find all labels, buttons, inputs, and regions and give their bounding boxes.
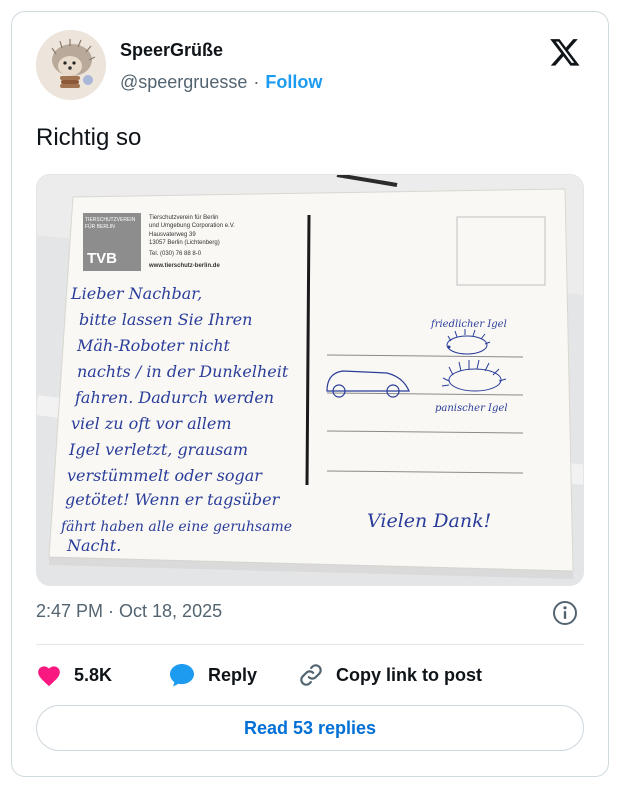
address-line: 13057 Berlin (Lichtenberg) <box>149 240 220 246</box>
message-line: Mäh-Roboter nicht <box>76 336 231 355</box>
message-line: bitte lassen Sie Ihren <box>79 310 252 329</box>
follow-button[interactable]: Follow <box>265 72 322 92</box>
reply-label: Reply <box>208 664 258 685</box>
link-icon <box>300 664 322 686</box>
author-handle[interactable]: @speergruesse <box>120 72 247 92</box>
copy-link-button[interactable]: Copy link to post <box>298 660 482 690</box>
avatar[interactable] <box>36 30 106 100</box>
like-count: 5.8K <box>74 664 113 685</box>
sign-off: Vielen Dank! <box>367 510 491 532</box>
message-line: Nacht. <box>66 536 121 555</box>
postcard-divider <box>305 214 311 486</box>
read-replies-label: Read 53 replies <box>243 717 377 738</box>
message-line: Lieber Nachbar, <box>70 284 202 303</box>
info-icon[interactable] <box>552 600 578 626</box>
reply-button[interactable]: Reply <box>168 660 257 690</box>
postcard-photo: TIERSCHUTZVEREIN FÜR BERLIN TVB Tierschu… <box>37 175 583 585</box>
address-line: Tel. (030) 76 88 8-0 <box>149 251 202 257</box>
address-line: www.tierschutz-berlin.de <box>148 263 220 269</box>
x-logo-icon[interactable] <box>549 36 581 68</box>
address-line: Tierschutzverein für Berlin <box>149 215 218 221</box>
hedgehog-avatar-image <box>36 30 106 100</box>
copy-link-label: Copy link to post <box>336 664 482 685</box>
tweet-text: Richtig so <box>36 124 142 151</box>
like-button[interactable]: 5.8K <box>36 660 112 690</box>
message-line: fahren. Dadurch werden <box>74 388 274 407</box>
read-replies-button[interactable]: Read 53 replies <box>36 705 584 751</box>
message-line: fährt haben alle eine geruhsame <box>60 519 292 535</box>
org-badge-line2: FÜR BERLIN <box>85 223 115 230</box>
label-panicked-hedgehog: panischer Igel <box>435 403 508 414</box>
label-happy-hedgehog: friedlicher Igel <box>430 319 507 330</box>
author-display-name[interactable]: SpeerGrüße <box>120 40 223 61</box>
message-line: getötet! Wenn er tagsüber <box>65 490 281 509</box>
speech-bubble-icon <box>170 664 194 687</box>
message-line: viel zu oft vor allem <box>71 414 232 433</box>
org-badge-line1: TIERSCHUTZVEREIN <box>85 217 136 223</box>
message-line: nachts / in der Dunkelheit <box>77 362 289 381</box>
heart-icon <box>38 666 60 687</box>
tweet-timestamp[interactable]: 2:47 PM · Oct 18, 2025 <box>36 601 222 622</box>
address-line: und Umgebung Corporation e.V. <box>149 223 235 229</box>
divider <box>36 644 584 645</box>
address-line: Hausvaterweg 39 <box>149 232 196 238</box>
message-line: Igel verletzt, grausam <box>68 440 248 459</box>
separator-dot: · <box>253 72 260 92</box>
org-logo: TVB <box>87 250 117 267</box>
tweet-media-image[interactable]: TIERSCHUTZVEREIN FÜR BERLIN TVB Tierschu… <box>36 174 584 586</box>
author-handle-row: @speergruesse · Follow <box>120 72 322 93</box>
message-line: verstümmelt oder sogar <box>67 466 263 485</box>
